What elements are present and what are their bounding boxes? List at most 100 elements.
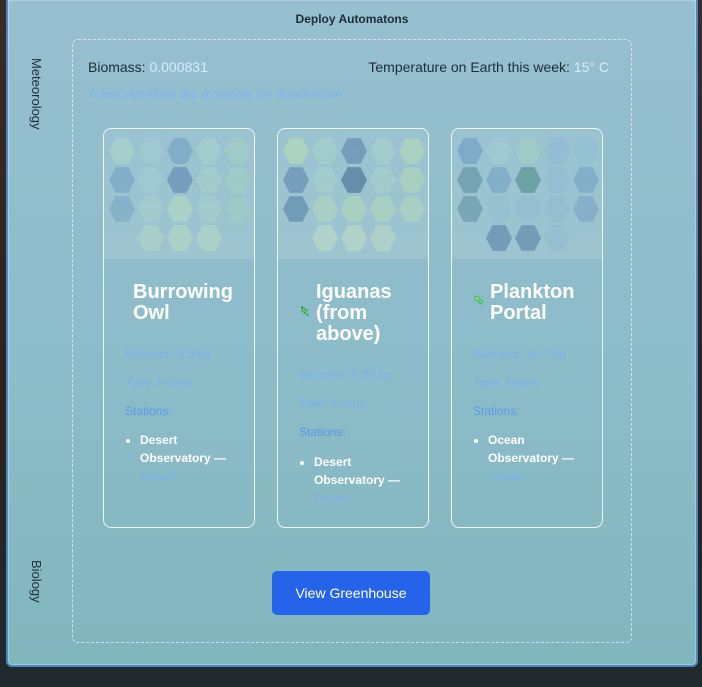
hex-tile — [544, 225, 570, 251]
hex-tile — [138, 196, 164, 222]
view-greenhouse-button[interactable]: View Greenhouse — [272, 571, 430, 615]
hex-tile — [457, 138, 483, 164]
hex-tile — [109, 196, 135, 222]
automaton-card-iguanas[interactable]: 🦎 Iguanas (from above) Biomass: 0.25 kg … — [277, 128, 429, 528]
hex-tile — [225, 167, 251, 193]
deploy-window: Deploy Automatons Meteorology Biology Bi… — [6, 0, 698, 667]
hex-tile — [196, 196, 222, 222]
hex-tile — [167, 138, 193, 164]
hex-tile — [544, 167, 570, 193]
card-stations-label: Stations: — [473, 404, 520, 418]
biomass-label: Biomass: — [88, 59, 146, 75]
card-biomass: Biomass: 0.25 kg — [299, 368, 392, 382]
station-location: Desert — [314, 491, 350, 505]
hex-tile — [457, 196, 483, 222]
hex-tile — [515, 167, 541, 193]
page-title: Deploy Automatons — [295, 12, 409, 26]
tab-meteorology[interactable]: Meteorology — [22, 58, 44, 130]
tab-biology[interactable]: Biology — [22, 560, 44, 603]
hex-tile — [167, 196, 193, 222]
hex-tile — [370, 196, 396, 222]
microbe-icon: 🦠 — [473, 295, 485, 305]
observation-notice[interactable]: Telescope/data are available for observa… — [88, 86, 342, 101]
hex-tile — [486, 225, 512, 251]
station-item[interactable]: Desert Observatory — Desert — [314, 453, 420, 507]
hex-tile — [486, 196, 512, 222]
temperature-label: Temperature on Earth this week: — [368, 59, 570, 75]
biomass-stat: Biomass: 0.000831 — [88, 59, 208, 75]
card-image — [104, 129, 254, 259]
hex-tile — [370, 167, 396, 193]
card-biomass: Biomass: 1e-7 kg — [473, 347, 566, 361]
hex-tile — [283, 196, 309, 222]
hex-tile — [573, 138, 599, 164]
hex-tile — [225, 138, 251, 164]
hex-tile — [457, 167, 483, 193]
hex-tile — [544, 138, 570, 164]
hex-tile — [196, 167, 222, 193]
card-stations-label: Stations: — [299, 425, 346, 439]
hex-tile — [312, 167, 338, 193]
automaton-card-burrowing-owl[interactable]: Burrowing Owl Biomass: 0.5 kg Type: Faun… — [103, 128, 255, 528]
stats-row: Biomass: 0.000831 Temperature on Earth t… — [88, 59, 609, 75]
hex-tile — [196, 138, 222, 164]
hex-tile — [399, 196, 425, 222]
hex-tile — [573, 196, 599, 222]
hex-tile — [573, 167, 599, 193]
hex-tile — [486, 138, 512, 164]
card-image — [278, 129, 428, 259]
hex-tile — [370, 225, 396, 251]
hex-tile — [196, 225, 222, 251]
hex-tile — [486, 167, 512, 193]
card-title: Iguanas (from above) — [316, 281, 392, 345]
hex-tile — [544, 196, 570, 222]
card-biomass: Biomass: 0.5 kg — [125, 347, 211, 361]
hex-tile — [399, 138, 425, 164]
card-type: Type: Fauna — [299, 396, 366, 410]
hex-tile — [515, 138, 541, 164]
station-list: Ocean Observatory — Ocean — [488, 431, 594, 485]
temperature-value: 15° C — [573, 59, 609, 75]
lizard-icon: 🦎 — [299, 306, 311, 316]
card-stations-label: Stations: — [125, 404, 172, 418]
hex-tile — [341, 196, 367, 222]
station-list: Desert Observatory — Desert — [140, 431, 246, 485]
station-location: Ocean — [488, 469, 524, 483]
hex-tile — [341, 138, 367, 164]
card-type: Type: Fauna — [473, 375, 540, 389]
hex-tile — [138, 167, 164, 193]
station-item[interactable]: Ocean Observatory — Ocean — [488, 431, 594, 485]
hex-tile — [399, 167, 425, 193]
hex-tile — [341, 225, 367, 251]
station-item[interactable]: Desert Observatory — Desert — [140, 431, 246, 485]
station-name: Desert Observatory — — [140, 433, 227, 465]
hex-tile — [283, 167, 309, 193]
hex-tile — [167, 225, 193, 251]
hex-tile — [515, 225, 541, 251]
hex-tile — [312, 138, 338, 164]
hex-tile — [312, 196, 338, 222]
card-title: Burrowing Owl — [133, 281, 233, 324]
biomass-value: 0.000831 — [149, 59, 208, 75]
card-type: Type: Fauna — [125, 375, 192, 389]
station-location: Desert — [140, 469, 176, 483]
hex-tile — [225, 196, 251, 222]
hex-tile — [138, 138, 164, 164]
hex-tile — [341, 167, 367, 193]
station-name: Ocean Observatory — — [488, 433, 575, 465]
hex-tile — [138, 225, 164, 251]
hex-tile — [283, 138, 309, 164]
station-list: Desert Observatory — Desert — [314, 453, 420, 507]
card-title: Plankton Portal — [490, 281, 575, 324]
hex-tile — [109, 138, 135, 164]
automaton-panel: Biomass: 0.000831 Temperature on Earth t… — [72, 39, 632, 643]
hex-tile — [370, 138, 396, 164]
hex-tile — [312, 225, 338, 251]
station-name: Desert Observatory — — [314, 455, 401, 487]
temperature-stat: Temperature on Earth this week: 15° C — [368, 59, 609, 75]
hex-tile — [515, 196, 541, 222]
hex-tile — [109, 167, 135, 193]
automaton-card-plankton-portal[interactable]: 🦠 Plankton Portal Biomass: 1e-7 kg Type:… — [451, 128, 603, 528]
hex-tile — [167, 167, 193, 193]
card-image — [452, 129, 602, 259]
